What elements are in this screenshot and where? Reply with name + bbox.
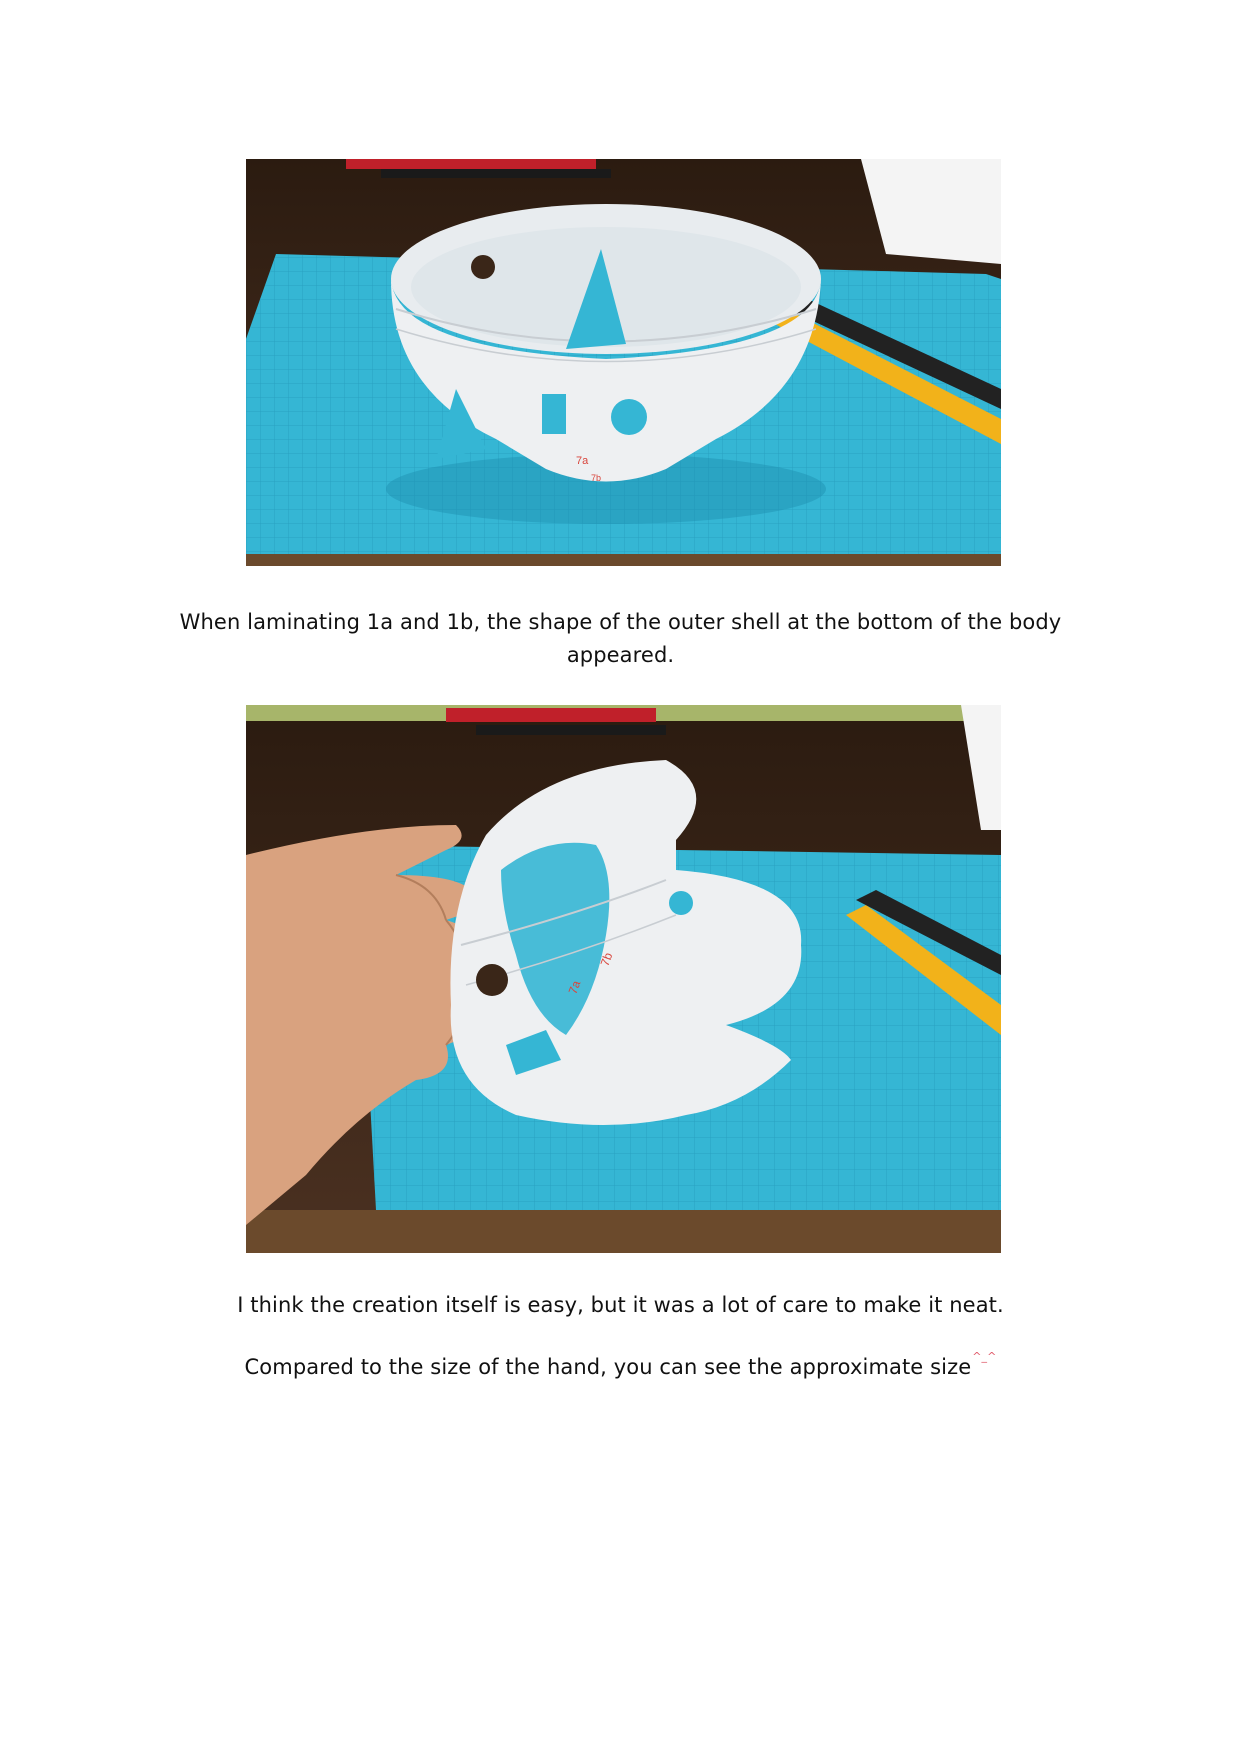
caption-lamination: When laminating 1a and 1b, the shape of … (179, 610, 1062, 667)
caption-creation-note: I think the creation itself is easy, but… (237, 1293, 1004, 1317)
caption-size-comparison-text: Compared to the size of the hand, you ca… (244, 1355, 972, 1379)
red-pen (446, 708, 656, 722)
caption-size-comparison: Compared to the size of the hand, you ca… (150, 1351, 1091, 1384)
part-label-7b: 7b (591, 473, 601, 483)
photo-2-illustration: 7a 7b (246, 705, 1001, 1253)
black-pen (476, 725, 666, 735)
part-label-7a: 7a (576, 455, 589, 467)
red-pen (346, 159, 596, 169)
black-pen (381, 169, 611, 178)
photo-hand-holding-shell: 7a 7b (246, 705, 1001, 1253)
photo-paper-shell-on-mat: 7a 7b (246, 159, 1001, 566)
photo-1-illustration: 7a 7b (246, 159, 1001, 566)
smiley-emoticon: ^_^ (972, 1350, 997, 1363)
